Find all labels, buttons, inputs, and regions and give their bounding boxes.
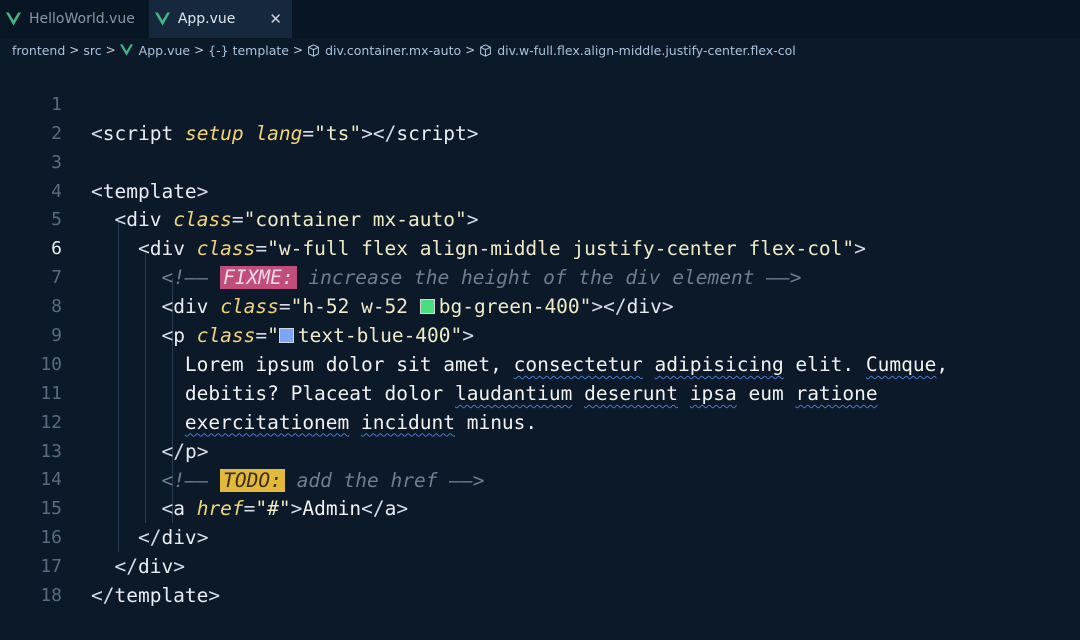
code-line-2: 2 (0, 91, 1080, 144)
braces-icon: {-} (208, 42, 229, 58)
breadcrumb-label: template (232, 42, 289, 58)
tab-label: HelloWorld.vue (29, 11, 135, 27)
cube-icon (308, 43, 319, 57)
breadcrumb-label: App.vue (138, 42, 191, 58)
chevron-right-icon: > (69, 43, 80, 57)
chevron-right-icon: > (194, 43, 205, 57)
code-line-16: 16 </div> (0, 495, 1080, 578)
chevron-right-icon: > (465, 43, 476, 57)
code-line-1: 1 <script setup lang="ts"></script> (0, 62, 1080, 145)
code-line-14: 14 <a href="#">Admin</a> (0, 438, 1080, 520)
breadcrumb-item-template[interactable]: {-} template (208, 43, 289, 58)
code-line-3: 3 <template> (0, 120, 1080, 203)
code-line-15: 15 </div> (0, 466, 1080, 549)
vue-file-icon (119, 44, 133, 56)
code-line-11: 11 exercitationem incidunt minus. (0, 351, 1080, 434)
breadcrumb: frontend > src > App.vue > {-} template … (0, 38, 1080, 62)
cube-icon (480, 43, 492, 57)
vue-file-icon (6, 12, 21, 26)
breadcrumb-item-div-container[interactable]: div.container.mx-auto (307, 43, 461, 58)
breadcrumb-item-src[interactable]: src (83, 43, 101, 58)
breadcrumb-item-div-flex[interactable]: div.w-full.flex.align-middle.justify-cen… (479, 43, 796, 58)
code-line-8: 8 <p class=" text-blue-400"> (0, 264, 1080, 347)
code-line-12: 12 </p> (0, 380, 1080, 463)
code-line-5: 5 <div class="w-full flex align-middle j… (0, 178, 1080, 260)
breadcrumb-label: div.w-full.flex.align-middle.justify-cen… (497, 42, 796, 58)
close-icon[interactable]: ✕ (269, 10, 282, 28)
chevron-right-icon: > (293, 43, 304, 57)
tab-app-vue[interactable]: App.vue ✕ (148, 0, 292, 38)
tab-helloworld-vue[interactable]: HelloWorld.vue (0, 0, 149, 38)
code-line-6: 6 <!—— FIXME: increase the height of the… (0, 206, 1080, 290)
code-editor[interactable]: 1 <script setup lang="ts"></script> 2 3 … (0, 62, 1080, 607)
breadcrumb-label: div.container.mx-auto (325, 42, 462, 58)
code-line-7: 7 <div class="h-52 w-52 bg-green-400"></… (0, 235, 1080, 318)
tab-bar: HelloWorld.vue App.vue ✕ (0, 0, 1080, 38)
line-number: 18 (40, 585, 62, 607)
code-line-9: 9 Lorem ipsum dolor sit amet, consectetu… (0, 293, 1080, 376)
code-line-13: 13 <!—— TODO: add the href ——> (0, 409, 1080, 492)
code-line-10: 10 debitis? Placeat dolor laudantium des… (0, 322, 1080, 405)
breadcrumb-item-file[interactable]: App.vue (119, 42, 191, 58)
vue-file-icon (154, 12, 170, 26)
chevron-right-icon: > (105, 43, 116, 57)
breadcrumb-item-frontend[interactable]: frontend (12, 43, 65, 58)
code-line-17: 17 </template> (0, 524, 1080, 607)
tab-label: App.vue (177, 11, 236, 27)
code-line-4: 4 <div class="container mx-auto"> (0, 149, 1080, 232)
